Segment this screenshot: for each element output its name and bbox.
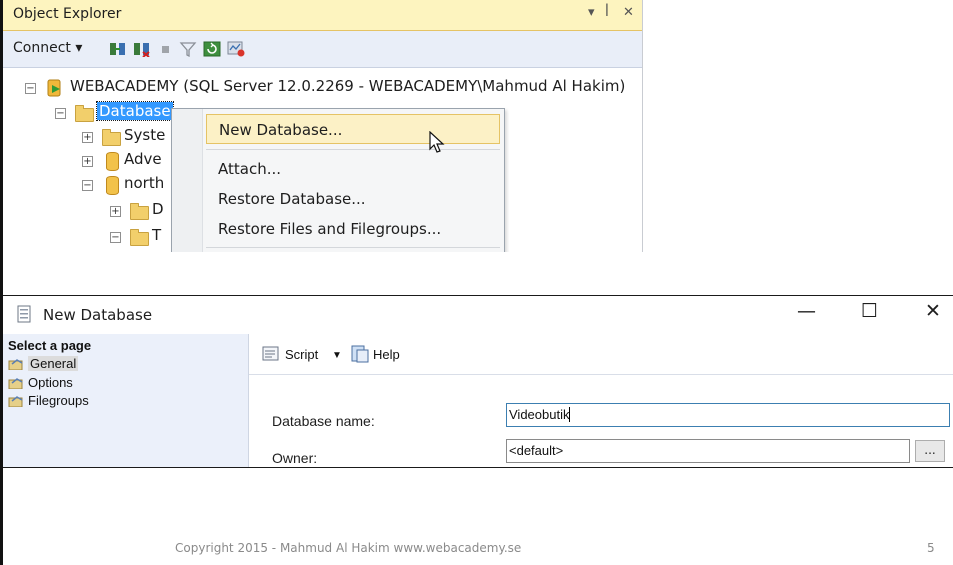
script-icon[interactable]: [261, 346, 281, 363]
page-options[interactable]: Options: [8, 375, 73, 390]
dialog-toolbar: Script ▼ Help: [249, 334, 953, 375]
folder-icon: [102, 129, 121, 146]
dialog-titlebar: New Database — ☐ ✕: [3, 296, 953, 333]
collapse-icon[interactable]: −: [82, 180, 93, 191]
menu-item-new-database[interactable]: New Database...: [206, 114, 500, 144]
expand-icon[interactable]: +: [82, 156, 93, 167]
expand-icon[interactable]: +: [110, 206, 121, 217]
new-database-dialog: New Database — ☐ ✕ Select a page General…: [3, 295, 953, 468]
maximize-button[interactable]: ☐: [861, 300, 878, 322]
connect-button[interactable]: Connect ▾: [13, 40, 82, 56]
page-general[interactable]: General: [8, 356, 79, 371]
folder-icon: [130, 203, 149, 220]
page-icon: [8, 359, 23, 370]
help-button[interactable]: Help: [373, 347, 400, 362]
pin-icon[interactable]: ꟾ: [605, 5, 609, 20]
northwind-label: north: [124, 174, 165, 192]
page-options-label: Options: [28, 375, 73, 390]
server-icon: [47, 79, 61, 97]
page-filegroups-label: Filegroups: [28, 393, 89, 408]
connect-server-icon[interactable]: [109, 41, 127, 57]
database-name-input[interactable]: Videobutik: [506, 403, 950, 427]
owner-input[interactable]: <default>: [506, 439, 910, 463]
object-explorer-titlebar: Object Explorer ▾ ꟾ ✕: [3, 0, 642, 31]
close-button[interactable]: ✕: [925, 300, 941, 322]
object-explorer-panel: Object Explorer ▾ ꟾ ✕ Connect ▾ − WEBACA…: [3, 0, 643, 252]
minimize-button[interactable]: —: [797, 300, 816, 322]
dialog-title: New Database: [43, 306, 153, 324]
refresh-icon[interactable]: [203, 41, 221, 57]
folder-icon: [130, 229, 149, 246]
help-icon[interactable]: [351, 345, 369, 363]
diagrams-label: D: [152, 200, 164, 218]
page-icon: [8, 396, 23, 407]
server-label: WEBACADEMY (SQL Server 12.0.2269 - WEBAC…: [70, 77, 626, 95]
system-databases-label: Syste: [124, 126, 166, 144]
databases-label: Database: [96, 101, 174, 121]
database-icon: [106, 152, 119, 171]
menu-item-restore-database[interactable]: Restore Database...: [206, 184, 500, 214]
script-button[interactable]: Script: [285, 347, 318, 362]
database-icon: [106, 176, 119, 195]
filter-icon[interactable]: [179, 41, 197, 57]
menu-separator: [206, 247, 500, 248]
mouse-pointer-icon: [429, 131, 445, 153]
tables-label: T: [152, 226, 162, 244]
owner-browse-button[interactable]: ...: [915, 440, 945, 462]
context-menu-gutter: [172, 109, 203, 252]
object-explorer-toolbar: Connect ▾: [3, 31, 642, 68]
menu-item-attach[interactable]: Attach...: [206, 154, 500, 184]
collapse-icon[interactable]: −: [110, 232, 121, 243]
dropdown-icon[interactable]: ▾: [588, 5, 595, 20]
page-filegroups[interactable]: Filegroups: [8, 393, 89, 408]
collapse-icon[interactable]: −: [25, 83, 36, 94]
owner-label: Owner:: [272, 450, 318, 466]
object-explorer-title: Object Explorer: [13, 6, 122, 22]
select-page-header: Select a page: [8, 338, 92, 353]
disconnect-icon[interactable]: [133, 41, 151, 57]
context-menu: New Database... Attach... Restore Databa…: [171, 108, 505, 252]
script-dropdown-icon[interactable]: ▼: [332, 350, 342, 361]
collapse-icon[interactable]: −: [55, 108, 66, 119]
stop-icon[interactable]: [157, 41, 175, 57]
database-name-label: Database name:: [272, 413, 375, 429]
expand-icon[interactable]: +: [82, 132, 93, 143]
select-page-panel: Select a page General Options Filegroups: [3, 334, 249, 467]
page-general-label: General: [28, 356, 79, 371]
folder-icon: [75, 105, 94, 122]
footer-copyright: Copyright 2015 - Mahmud Al Hakim www.web…: [175, 541, 522, 555]
menu-separator: [206, 149, 500, 150]
menu-item-restore-files[interactable]: Restore Files and Filegroups...: [206, 214, 500, 244]
database-file-icon: [17, 305, 31, 323]
page-icon: [8, 378, 23, 389]
adventureworks-label: Adve: [124, 150, 162, 168]
slide-page-number: 5: [927, 541, 935, 555]
close-icon[interactable]: ✕: [623, 5, 634, 20]
activity-monitor-icon[interactable]: [227, 41, 245, 57]
